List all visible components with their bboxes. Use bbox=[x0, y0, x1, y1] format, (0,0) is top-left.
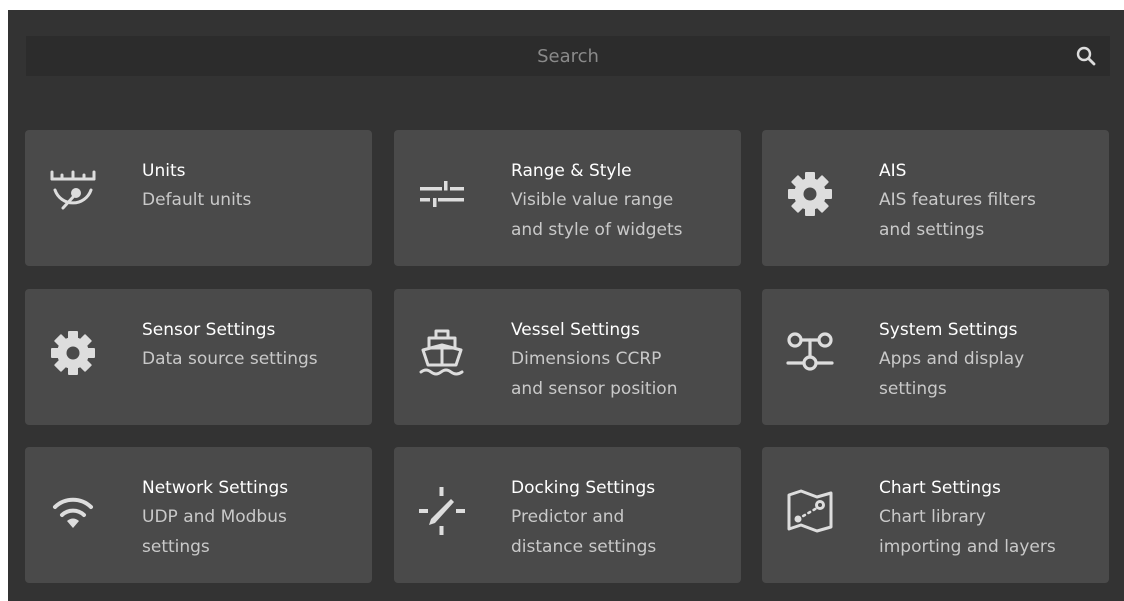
card-description: importing and layers bbox=[879, 537, 1056, 557]
card-description: Default units bbox=[142, 190, 252, 210]
docking-settings-card[interactable]: Docking Settings Predictor and distance … bbox=[394, 447, 741, 583]
map-icon bbox=[784, 485, 836, 537]
card-description: and sensor position bbox=[511, 379, 678, 399]
range-style-card[interactable]: Range & Style Visible value range and st… bbox=[394, 130, 741, 266]
card-description: AIS features filters bbox=[879, 190, 1036, 210]
ais-card[interactable]: AIS AIS features filters and settings bbox=[762, 130, 1109, 266]
gauge-ruler-icon bbox=[47, 168, 99, 220]
card-title: System Settings bbox=[879, 320, 1018, 340]
card-title: Units bbox=[142, 161, 186, 181]
card-description: and style of widgets bbox=[511, 220, 683, 240]
search-bar[interactable]: Search bbox=[26, 36, 1110, 76]
sliders-icon bbox=[416, 168, 468, 220]
card-title: Sensor Settings bbox=[142, 320, 276, 340]
card-description: UDP and Modbus bbox=[142, 507, 287, 527]
wifi-icon bbox=[47, 485, 99, 537]
card-title: Range & Style bbox=[511, 161, 632, 181]
gear-icon bbox=[784, 168, 836, 220]
card-description: distance settings bbox=[511, 537, 657, 557]
vessel-settings-card[interactable]: Vessel Settings Dimensions CCRP and sens… bbox=[394, 289, 741, 425]
card-description: Dimensions CCRP bbox=[511, 349, 662, 369]
card-description: Chart library bbox=[879, 507, 986, 527]
card-description: settings bbox=[879, 379, 947, 399]
settings-panel: Search Units Default units Range & Style… bbox=[8, 10, 1124, 601]
card-description: Visible value range bbox=[511, 190, 674, 210]
card-title: Network Settings bbox=[142, 478, 289, 498]
docking-icon bbox=[416, 485, 468, 537]
network-settings-card[interactable]: Network Settings UDP and Modbus settings bbox=[25, 447, 372, 583]
search-input[interactable]: Search bbox=[537, 46, 599, 67]
card-description: settings bbox=[142, 537, 210, 557]
card-title: Vessel Settings bbox=[511, 320, 640, 340]
system-settings-card[interactable]: System Settings Apps and display setting… bbox=[762, 289, 1109, 425]
card-title: Chart Settings bbox=[879, 478, 1001, 498]
card-description: Data source settings bbox=[142, 349, 318, 369]
chart-settings-card[interactable]: Chart Settings Chart library importing a… bbox=[762, 447, 1109, 583]
ship-icon bbox=[416, 327, 468, 379]
units-card[interactable]: Units Default units bbox=[25, 130, 372, 266]
card-description: Predictor and bbox=[511, 507, 625, 527]
card-title: Docking Settings bbox=[511, 478, 656, 498]
card-description: and settings bbox=[879, 220, 985, 240]
gear-icon bbox=[47, 327, 99, 379]
search-icon[interactable] bbox=[1074, 44, 1098, 68]
card-title: AIS bbox=[879, 161, 907, 181]
system-nodes-icon bbox=[784, 327, 836, 379]
card-description: Apps and display bbox=[879, 349, 1025, 369]
sensor-settings-card[interactable]: Sensor Settings Data source settings bbox=[25, 289, 372, 425]
